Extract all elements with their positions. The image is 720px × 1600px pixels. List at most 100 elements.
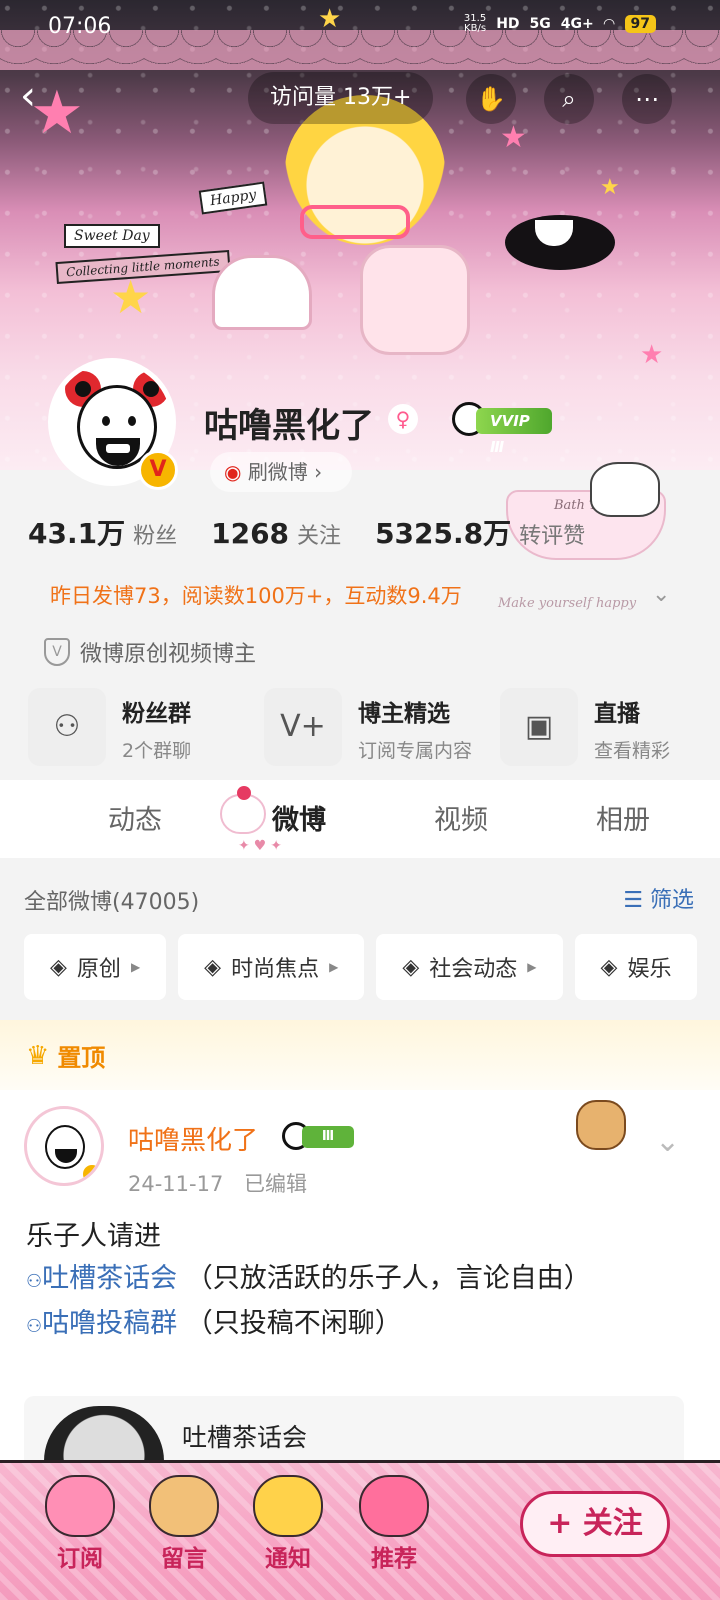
verified-badge-icon (81, 1163, 101, 1183)
follow-button[interactable]: + 关注 (520, 1491, 670, 1557)
creator-tag: V 微博原创视频博主 (44, 636, 256, 668)
pajama-illustration (360, 245, 470, 355)
tab-video[interactable]: 视频 (434, 798, 488, 837)
post-meta: 24-11-17 已编辑 (128, 1168, 307, 1198)
back-icon[interactable]: ‹ (20, 76, 66, 122)
layers-icon: ◈ (204, 954, 222, 980)
post-date: 24-11-17 (128, 1172, 224, 1196)
shua-weibo-button[interactable]: ◉ 刷微博 › (210, 452, 352, 492)
nav-notify[interactable]: 通知 (238, 1475, 338, 1573)
make-happy-text: Make yourself happy (498, 596, 637, 611)
caret-right-icon: ▶ (329, 960, 339, 974)
all-weibo-count: 全部微博(47005) (24, 890, 200, 915)
group-icon: ⚇ (26, 1316, 43, 1337)
caret-right-icon: ▶ (527, 960, 537, 974)
star-icon: ★ (600, 175, 620, 200)
group-link-1[interactable]: ⚇吐槽茶话会 (26, 1263, 177, 1294)
cat-cake-icon (220, 786, 266, 834)
more-icon[interactable]: ⋯ (622, 74, 672, 124)
battery-icon: 97 (624, 15, 656, 33)
tv-icon: ▣ (500, 688, 578, 766)
post-username[interactable]: 咕噜黑化了 (128, 1120, 258, 1157)
post-avatar[interactable] (24, 1106, 104, 1186)
nav-subscribe[interactable]: 订阅 (30, 1475, 130, 1573)
clock: 07:06 (48, 14, 112, 39)
hd-icon: HD (496, 16, 520, 32)
chip-social[interactable]: ◈ 社会动态 ▶ (376, 934, 563, 1000)
tab-weibo[interactable]: 微博 (272, 798, 326, 837)
visit-count-pill[interactable]: 访问量 13万+ (248, 72, 434, 124)
dog-illustration (590, 462, 660, 517)
following-label[interactable]: 关注 (297, 518, 341, 550)
quick-link-live[interactable]: ▣ 直播 查看精彩 (500, 688, 720, 768)
message-icon (149, 1475, 219, 1537)
vip-badge[interactable]: Ⅲ (282, 1122, 354, 1150)
female-icon: ♀ (388, 404, 418, 434)
net-speed: 31.5 KB/s (463, 13, 487, 34)
top-nav: ‹ 访问量 13万+ ✋ ⌕ ⋯ (0, 70, 720, 130)
group-icon: ⚇ (26, 1271, 43, 1292)
wifi-icon: ◠ (603, 16, 615, 32)
edited-label: 已编辑 (244, 1172, 308, 1196)
followers-count[interactable]: 43.1万 (28, 512, 125, 552)
chip-fashion[interactable]: ◈ 时尚焦点 ▶ (178, 934, 365, 1000)
recommend-icon (359, 1475, 429, 1537)
puppy-decoration (576, 1100, 626, 1150)
v-plus-icon: V+ (264, 688, 342, 766)
sweet-day-sign: Sweet Day (64, 224, 160, 248)
chevron-down-icon[interactable]: ⌄ (655, 1124, 680, 1159)
chip-original[interactable]: ◈ 原创 ▶ (24, 934, 167, 1000)
group-icon: ⚇ (28, 688, 106, 766)
nav-message[interactable]: 留言 (134, 1475, 234, 1573)
nav-recommend[interactable]: 推荐 (344, 1475, 444, 1573)
profile-name: 咕噜黑化了 (204, 406, 374, 446)
tab-dynamics[interactable]: 动态 (108, 798, 162, 837)
pinned-post[interactable]: ♛ 置顶 咕噜黑化了 Ⅲ 24-11-17 已编辑 ⌄ 乐子人请进 ⚇吐槽茶话会… (0, 1020, 720, 1486)
likes-label: 转评赞 (519, 524, 586, 549)
post-body: 乐子人请进 ⚇吐槽茶话会 （只放活跃的乐子人，言论自由） ⚇咕噜投稿群 （只投稿… (26, 1221, 591, 1339)
filter-icon: ☰ (623, 888, 643, 913)
chip-entertainment[interactable]: ◈ 娱乐 (574, 934, 698, 1000)
quick-link-selection[interactable]: V+ 博主精选 订阅专属内容 (264, 688, 500, 768)
filter-button[interactable]: ☰ 筛选 (623, 882, 694, 914)
likes-count: 5325.8万 (375, 517, 512, 550)
filter-bar: 全部微博(47005) ☰ 筛选 ◈ 原创 ▶ ◈ 时尚焦点 ▶ ◈ 社会动态 … (0, 860, 720, 1018)
subscribe-icon (45, 1475, 115, 1537)
quick-link-fans-group[interactable]: ⚇ 粉丝群 2个群聊 (28, 688, 264, 768)
paw-decoration: ✦♥✦ (238, 838, 287, 854)
verified-badge-icon: V (138, 450, 178, 490)
happy-sign: Happy (198, 181, 268, 215)
vvip-badge[interactable]: VVIP Ⅲ (452, 402, 552, 456)
shield-icon: V (44, 638, 70, 666)
profile-tabs: 动态 微博 ✦♥✦ 视频 相册 (0, 780, 720, 858)
search-icon[interactable]: ⌕ (544, 74, 594, 124)
glasses-illustration (300, 205, 410, 239)
signal-4g-icon: 4G+ (560, 16, 594, 32)
followers-label[interactable]: 粉丝 (133, 518, 177, 550)
layers-icon: ◈ (402, 954, 420, 980)
notify-icon (253, 1475, 323, 1537)
crown-icon: ♛ (26, 1040, 50, 1071)
cake-illustration (212, 255, 312, 330)
weibo-logo-icon: ◉ (224, 460, 242, 484)
chevron-down-icon[interactable]: ⌄ (652, 582, 670, 607)
pinned-strip: ♛ 置顶 (0, 1020, 720, 1090)
star-icon: ★ (640, 340, 664, 370)
status-icons: 31.5 KB/s HD 5G 4G+ ◠ 97 (464, 14, 656, 34)
avatar-container[interactable]: V (28, 338, 188, 498)
pinned-label: ♛ 置顶 (26, 1040, 106, 1073)
status-bar: 07:06 31.5 KB/s HD 5G 4G+ ◠ 97 (0, 0, 720, 56)
category-chips: ◈ 原创 ▶ ◈ 时尚焦点 ▶ ◈ 社会动态 ▶ ◈ 娱乐 (24, 934, 698, 1000)
activity-summary: 昨日发博73，阅读数100万+，互动数9.4万 (50, 584, 462, 608)
following-count[interactable]: 1268 (211, 517, 289, 550)
signal-5g-icon: 5G (529, 16, 551, 32)
group-link-2[interactable]: ⚇咕噜投稿群 (26, 1308, 177, 1339)
group-card-title: 吐槽茶话会 (182, 1423, 308, 1452)
gesture-icon[interactable]: ✋ (466, 74, 516, 124)
profile-stats: 43.1万 粉丝 1268 关注 5325.8万 转评赞 (28, 512, 619, 552)
layers-icon: ◈ (50, 954, 67, 980)
bottom-bar: 订阅 留言 通知 推荐 + 关注 (0, 1460, 720, 1600)
tab-album[interactable]: 相册 (596, 798, 650, 837)
quick-links: ⚇ 粉丝群 2个群聊 V+ 博主精选 订阅专属内容 ▣ 直播 查看精彩 (28, 688, 720, 768)
caret-right-icon: ▶ (130, 960, 141, 974)
